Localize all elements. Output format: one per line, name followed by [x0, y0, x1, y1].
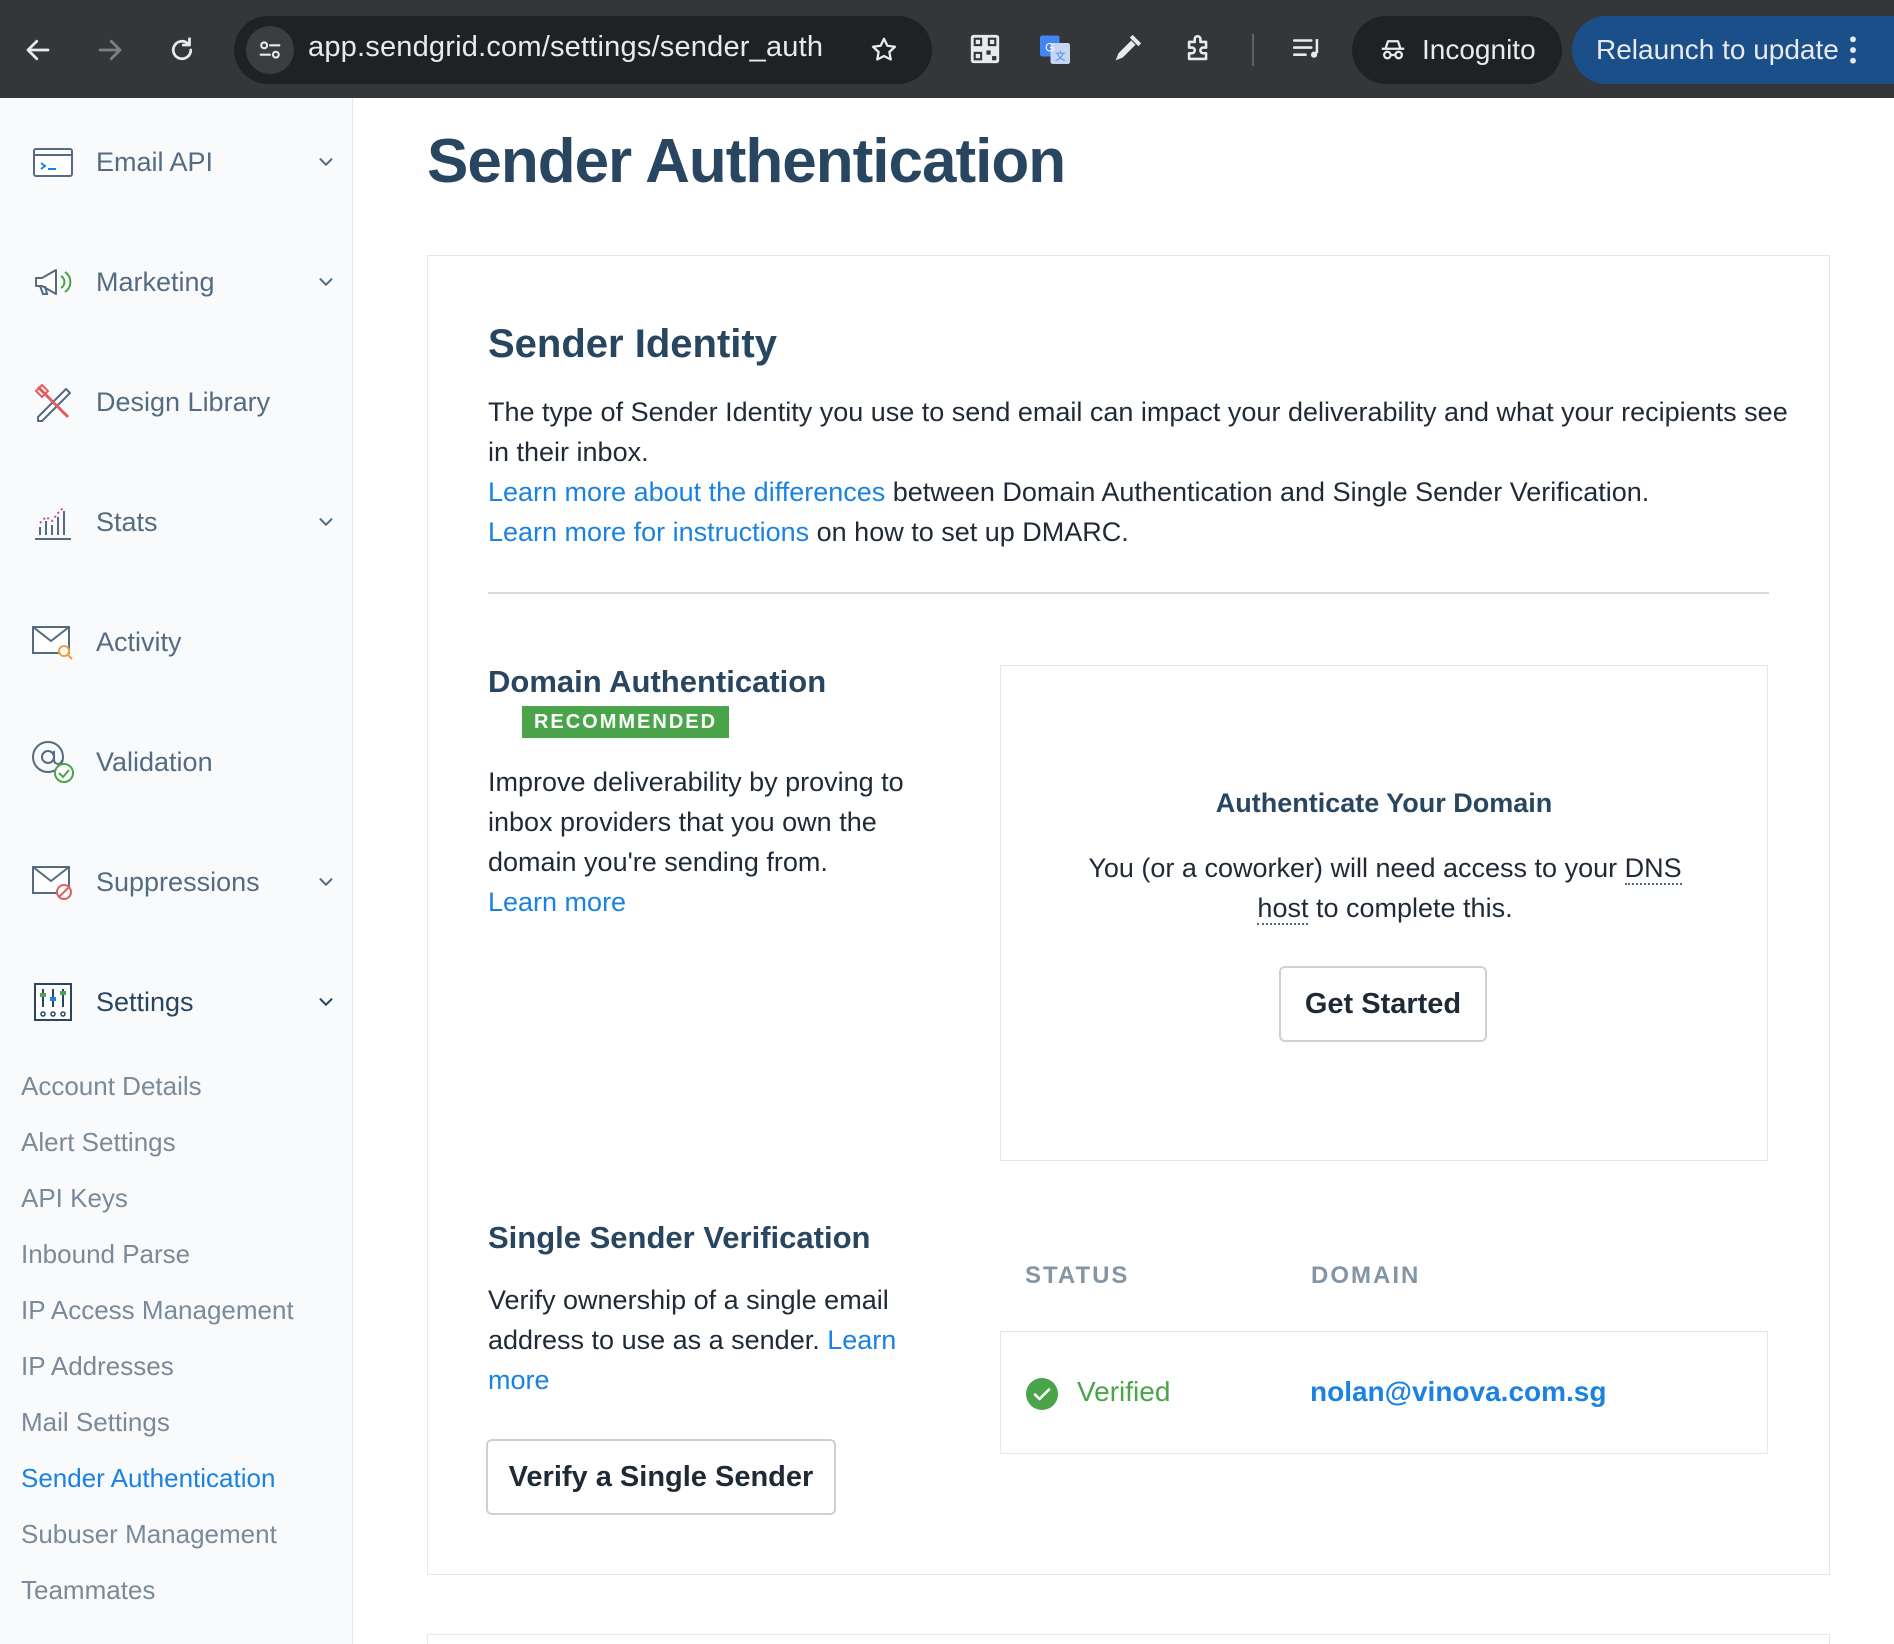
qr-code-icon[interactable]	[962, 26, 1008, 72]
terminal-icon	[30, 139, 76, 185]
differences-link[interactable]: Learn more about the differences	[488, 477, 885, 507]
design-tools-icon	[30, 379, 76, 425]
authenticate-domain-panel: Authenticate Your Domain You (or a cowor…	[1000, 665, 1768, 1161]
sidebar-item-label: Design Library	[96, 386, 271, 417]
single-sender-description: Verify ownership of a single email addre…	[488, 1280, 928, 1400]
at-check-icon	[30, 739, 76, 785]
verify-single-sender-button[interactable]: Verify a Single Sender	[486, 1439, 836, 1515]
mail-search-icon	[30, 619, 76, 665]
translate-icon[interactable]: G文	[1032, 26, 1078, 72]
bar-chart-icon	[30, 499, 76, 545]
chevron-down-icon[interactable]	[315, 871, 337, 893]
incognito-icon	[1381, 40, 1405, 60]
recommended-badge: RECOMMENDED	[522, 706, 729, 738]
page-title: Sender Authentication	[427, 127, 1066, 196]
sender-identity-heading: Sender Identity	[488, 322, 777, 366]
forward-arrow-icon[interactable]	[82, 22, 138, 78]
sidebar-sub-api-keys[interactable]: API Keys	[21, 1183, 128, 1214]
incognito-chip[interactable]: Incognito	[1352, 16, 1562, 84]
sidebar-item-activity[interactable]: Activity	[0, 612, 353, 672]
dns-text-after: to complete this.	[1308, 893, 1513, 923]
sidebar-item-label: Stats	[96, 506, 158, 537]
sidebar-sub-ip-addresses[interactable]: IP Addresses	[21, 1351, 174, 1382]
reload-icon[interactable]	[154, 22, 210, 78]
sidebar-sub-ip-access-management[interactable]: IP Access Management	[21, 1295, 294, 1326]
sidebar-sub-teammates[interactable]: Teammates	[21, 1575, 155, 1606]
sidebar-item-label: Suppressions	[96, 866, 260, 897]
megaphone-icon	[30, 259, 76, 305]
next-card	[427, 1634, 1830, 1644]
dmarc-text: on how to set up DMARC.	[809, 517, 1129, 547]
sidebar-sub-sender-authentication[interactable]: Sender Authentication	[21, 1463, 275, 1494]
sender-email-link[interactable]: nolan@vinova.com.sg	[1310, 1376, 1606, 1408]
eyedropper-icon[interactable]	[1104, 26, 1150, 72]
address-bar[interactable]: app.sendgrid.com/settings/sender_auth	[234, 16, 932, 84]
check-circle-icon	[1026, 1378, 1058, 1410]
get-started-button[interactable]: Get Started	[1279, 966, 1487, 1042]
browser-toolbar: app.sendgrid.com/settings/sender_auth G文…	[0, 0, 1894, 98]
svg-text:G: G	[1045, 40, 1054, 54]
sidebar-item-email-api[interactable]: Email API	[0, 132, 353, 192]
sidebar-sub-alert-settings[interactable]: Alert Settings	[21, 1127, 176, 1158]
sidebar-item-label: Email API	[96, 146, 214, 177]
sidebar-sub-mail-settings[interactable]: Mail Settings	[21, 1407, 170, 1438]
sidebar-item-label: Settings	[96, 986, 194, 1017]
sidebar-item-label: Marketing	[96, 266, 215, 297]
domain-authentication-description: Improve deliverability by proving to inb…	[488, 762, 918, 922]
domain-authentication-heading: Domain Authentication	[488, 664, 827, 699]
sidebar-item-marketing[interactable]: Marketing	[0, 252, 353, 312]
sidebar-sub-subuser-management[interactable]: Subuser Management	[21, 1519, 277, 1550]
incognito-label: Incognito	[1422, 34, 1536, 65]
sidebar-item-design-library[interactable]: Design Library	[0, 372, 353, 432]
domain-column-header: DOMAIN	[1311, 1262, 1421, 1289]
sidebar-item-settings[interactable]: Settings	[0, 972, 353, 1032]
mail-block-icon	[30, 859, 76, 905]
kebab-menu-icon[interactable]	[1848, 34, 1858, 66]
sidebar-sub-account-details[interactable]: Account Details	[21, 1071, 202, 1102]
sidebar: Email API Marketing Design Library Stats…	[0, 98, 353, 1644]
star-icon[interactable]	[862, 28, 906, 72]
relaunch-label: Relaunch to update	[1596, 34, 1839, 65]
domain-learn-more-link[interactable]: Learn more	[488, 887, 626, 917]
section-divider	[488, 592, 1769, 594]
relaunch-button[interactable]: Relaunch to update	[1572, 16, 1894, 84]
status-verified: Verified	[1077, 1376, 1171, 1407]
site-info-icon[interactable]	[246, 26, 294, 74]
single-sender-heading: Single Sender Verification	[488, 1220, 871, 1255]
svg-text:文: 文	[1055, 50, 1066, 63]
domain-authentication-body: Improve deliverability by proving to inb…	[488, 767, 904, 877]
address-url[interactable]: app.sendgrid.com/settings/sender_auth	[308, 31, 823, 64]
sliders-icon	[30, 979, 76, 1025]
back-arrow-icon[interactable]	[10, 22, 66, 78]
sidebar-item-label: Activity	[96, 626, 182, 657]
toolbar-divider	[1252, 34, 1254, 66]
chevron-down-icon[interactable]	[315, 511, 337, 533]
differences-text: between Domain Authentication and Single…	[885, 477, 1650, 507]
sidebar-item-stats[interactable]: Stats	[0, 492, 353, 552]
chevron-down-icon[interactable]	[315, 271, 337, 293]
status-column-header: STATUS	[1025, 1262, 1130, 1289]
puzzle-icon[interactable]	[1176, 26, 1222, 72]
authenticate-domain-title: Authenticate Your Domain	[1215, 788, 1553, 818]
media-queue-icon[interactable]	[1284, 26, 1330, 72]
dns-text-before: You (or a coworker) will need access to …	[1088, 853, 1625, 883]
chevron-down-icon[interactable]	[315, 151, 337, 173]
sidebar-item-validation[interactable]: Validation	[0, 732, 353, 792]
sidebar-item-label: Validation	[96, 746, 213, 777]
sidebar-sub-inbound-parse[interactable]: Inbound Parse	[21, 1239, 190, 1270]
authenticate-domain-text: You (or a coworker) will need access to …	[1061, 848, 1709, 928]
sender-identity-description: The type of Sender Identity you use to s…	[488, 392, 1788, 552]
sidebar-item-suppressions[interactable]: Suppressions	[0, 852, 353, 912]
sender-identity-intro: The type of Sender Identity you use to s…	[488, 397, 1788, 467]
dmarc-instructions-link[interactable]: Learn more for instructions	[488, 517, 809, 547]
chevron-down-icon[interactable]	[315, 991, 337, 1013]
